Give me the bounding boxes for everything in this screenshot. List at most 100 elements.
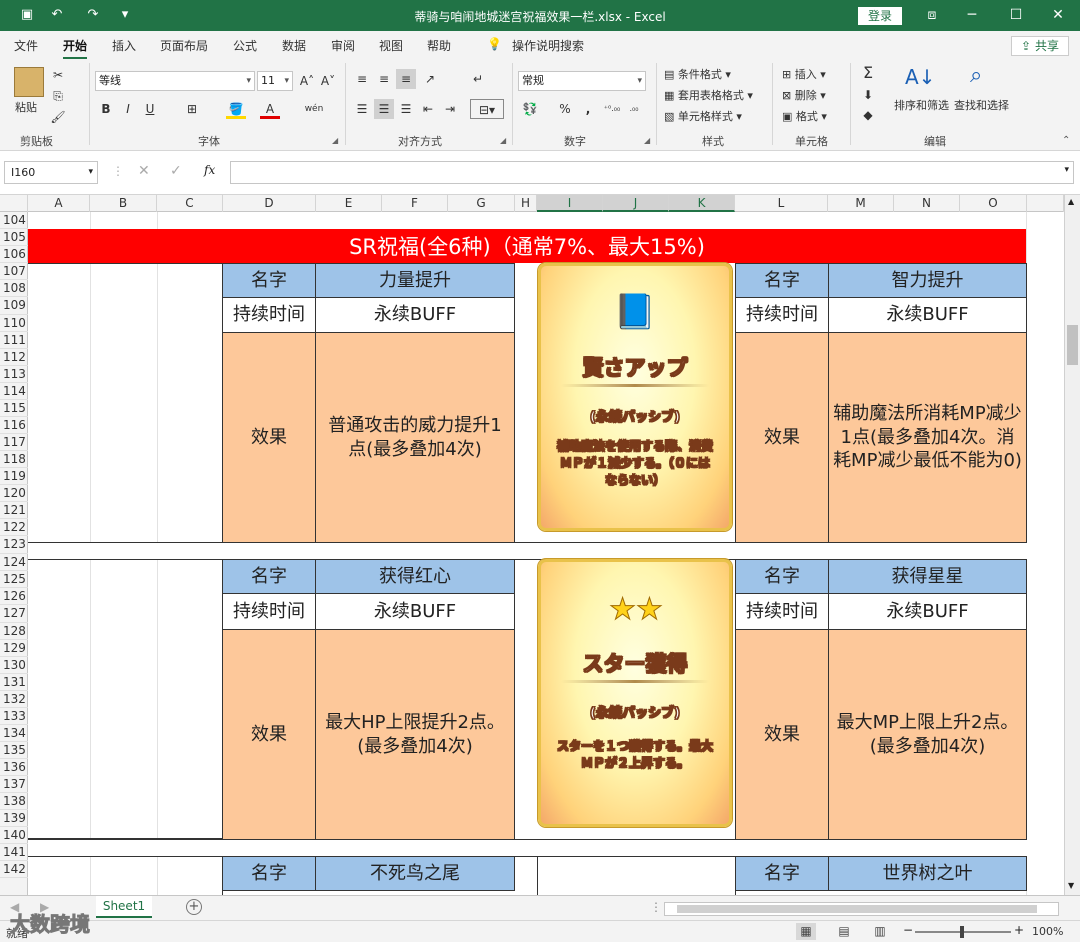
search-icon[interactable]: ⌕ — [970, 63, 982, 88]
undo-icon[interactable]: ↶ — [46, 5, 68, 25]
column-header[interactable]: N — [894, 195, 960, 212]
save-icon[interactable]: ▣ — [16, 5, 38, 25]
row-header[interactable]: 130 — [0, 657, 28, 674]
tab-help[interactable]: 帮助 — [427, 37, 451, 54]
paste-icon[interactable] — [14, 67, 44, 97]
orientation-icon[interactable]: ↗ — [420, 69, 440, 89]
zoom-in-button[interactable]: + — [1014, 923, 1024, 937]
maximize-button[interactable]: ☐ — [996, 0, 1036, 31]
delete-cells-button[interactable]: ⊠ 删除 ▾ — [782, 87, 826, 103]
name-value-cell[interactable]: 获得红心 — [315, 559, 515, 594]
row-header[interactable]: 117 — [0, 434, 28, 451]
border-icon[interactable]: ⊞ — [182, 99, 202, 119]
column-header[interactable]: K — [669, 195, 735, 212]
row-header[interactable]: 112 — [0, 349, 28, 366]
scroll-down-icon[interactable]: ▼ — [1068, 881, 1074, 890]
page-layout-view-icon[interactable]: ▤ — [834, 923, 854, 940]
increase-decimal-button[interactable]: ⁺⁰.₀₀ — [602, 99, 622, 119]
row-header[interactable]: 122 — [0, 519, 28, 536]
row-header[interactable]: 134 — [0, 725, 28, 742]
name-label-cell[interactable]: 名字 — [735, 856, 829, 891]
percent-button[interactable]: % — [555, 99, 575, 119]
underline-button[interactable]: U — [140, 99, 160, 119]
column-header[interactable]: F — [382, 195, 448, 212]
close-button[interactable]: ✕ — [1038, 0, 1078, 31]
duration-value-cell[interactable]: 永续BUFF — [828, 593, 1027, 630]
name-label-cell[interactable]: 名字 — [735, 559, 829, 594]
empty-block-cell[interactable] — [28, 263, 223, 543]
merge-center-icon[interactable]: ⊟▾ — [470, 99, 504, 119]
row-header[interactable]: 106 — [0, 246, 28, 263]
column-header[interactable]: M — [828, 195, 894, 212]
effect-label-cell[interactable]: 效果 — [222, 332, 316, 543]
section-banner[interactable]: SR祝福(全6种)（通常7%、最大15%) — [28, 229, 1026, 263]
name-value-cell[interactable]: 获得星星 — [828, 559, 1027, 594]
add-sheet-icon[interactable]: + — [186, 899, 202, 915]
format-cells-button[interactable]: ▣ 格式 ▾ — [782, 108, 827, 124]
tab-file[interactable]: 文件 — [14, 37, 38, 54]
font-size-select[interactable]: 11 ▾ — [257, 71, 293, 91]
worksheet-grid[interactable]: SR祝福(全6种)（通常7%、最大15%) 名字 力量提升 持续时间 永续BUF… — [28, 212, 1064, 895]
duration-label-cell[interactable]: 持续时间 — [735, 297, 829, 333]
insert-cells-button[interactable]: ⊞ 插入 ▾ — [782, 66, 826, 82]
column-header[interactable]: O — [960, 195, 1027, 212]
card-placeholder-cell[interactable] — [537, 856, 736, 895]
shrink-font-button[interactable]: A˅ — [318, 71, 338, 91]
align-bottom-icon[interactable]: ≡ — [396, 69, 416, 89]
tab-insert[interactable]: 插入 — [112, 37, 136, 54]
row-header[interactable]: 138 — [0, 793, 28, 810]
fill-icon[interactable]: ⬇ — [858, 85, 878, 105]
format-painter-icon[interactable]: 🖌 — [48, 107, 68, 127]
column-header[interactable]: B — [90, 195, 157, 212]
effect-value-cell[interactable]: 最大MP上限上升2点。(最多叠加4次) — [828, 629, 1027, 840]
row-header[interactable]: 104 — [0, 212, 28, 229]
name-value-cell[interactable]: 力量提升 — [315, 263, 515, 298]
select-all-corner[interactable] — [0, 195, 28, 212]
effect-label-cell[interactable]: 效果 — [735, 629, 829, 840]
row-header[interactable]: 121 — [0, 502, 28, 519]
empty-block-cell[interactable] — [28, 559, 223, 839]
row-header[interactable]: 141 — [0, 844, 28, 861]
tab-home[interactable]: 开始 — [63, 37, 88, 60]
column-header[interactable]: G — [448, 195, 515, 212]
row-header[interactable]: 108 — [0, 280, 28, 297]
insert-function-button[interactable]: fx — [204, 163, 215, 177]
row-header[interactable]: 133 — [0, 708, 28, 725]
row-header[interactable]: 136 — [0, 759, 28, 776]
expand-formula-icon[interactable]: ▾ — [1064, 165, 1069, 175]
tab-data[interactable]: 数据 — [282, 37, 306, 54]
tab-page-layout[interactable]: 页面布局 — [160, 37, 208, 54]
row-header[interactable]: 109 — [0, 297, 28, 315]
dialog-launcher-icon[interactable]: ◢ — [332, 136, 338, 145]
vertical-scroll-thumb[interactable] — [1067, 325, 1078, 365]
name-label-cell[interactable]: 名字 — [222, 263, 316, 298]
row-header[interactable]: 120 — [0, 485, 28, 502]
italic-button[interactable]: I — [118, 99, 138, 119]
minimize-button[interactable]: ─ — [952, 0, 992, 31]
name-value-cell[interactable]: 不死鸟之尾 — [315, 856, 515, 891]
scroll-up-icon[interactable]: ▲ — [1068, 197, 1074, 206]
tab-formulas[interactable]: 公式 — [233, 37, 257, 54]
duration-value-cell[interactable]: 永续BUFF — [828, 297, 1027, 333]
row-header[interactable]: 142 — [0, 861, 28, 878]
effect-label-cell[interactable]: 效果 — [735, 332, 829, 543]
row-header[interactable]: 110 — [0, 315, 28, 332]
share-button[interactable]: ⇪ 共享 — [1011, 36, 1069, 56]
row-header[interactable]: 123 — [0, 536, 28, 554]
row-header[interactable]: 137 — [0, 776, 28, 793]
row-header[interactable]: 140 — [0, 827, 28, 844]
row-header[interactable]: 124 — [0, 554, 28, 571]
sheet-tab[interactable]: Sheet1 — [96, 896, 152, 918]
collapse-ribbon-icon[interactable]: ⌃ — [1062, 135, 1070, 146]
phonetic-button[interactable]: wén — [304, 99, 324, 119]
align-middle-icon[interactable]: ≡ — [374, 69, 394, 89]
sort-filter-label[interactable]: 排序和筛选 — [894, 97, 949, 113]
name-value-cell[interactable]: 世界树之叶 — [828, 856, 1027, 891]
align-center-icon[interactable]: ☰ — [374, 99, 394, 119]
column-header[interactable]: C — [157, 195, 223, 212]
tell-me-search[interactable]: 操作说明搜索 — [512, 37, 584, 54]
name-box[interactable]: I160 ▾ — [4, 161, 98, 184]
row-header[interactable]: 116 — [0, 417, 28, 434]
enter-icon[interactable]: ✓ — [170, 163, 182, 179]
row-header[interactable]: 115 — [0, 400, 28, 417]
